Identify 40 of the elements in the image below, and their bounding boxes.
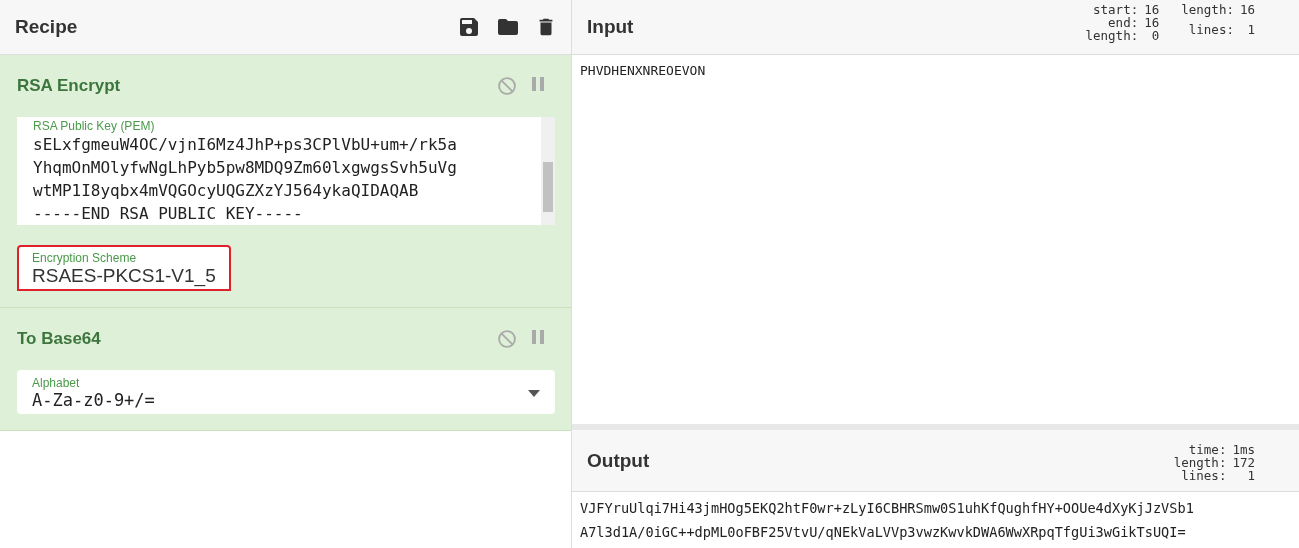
output-line: A7l3d1A/0iGC++dpML0oFBF25VtvU/qNEkVaLVVp3vwzKwvkDWA6WwXRpqTfgUi3wGikTsUQI= (580, 523, 1187, 542)
stat-label: length: (1181, 3, 1234, 19)
stat-label: length: (1085, 29, 1139, 42)
field-value: A-Za-z0-9+/= (32, 390, 155, 410)
field-label: Alphabet (32, 376, 81, 390)
stat-label: length: (1173, 455, 1227, 469)
field-value: RSAES-PKCS1-V1_5 (32, 265, 216, 287)
input-text: PHVDHENXNREOEVON (579, 62, 707, 80)
recipe-title: Recipe (15, 16, 78, 38)
field-label: RSA Public Key (PEM) (33, 119, 156, 133)
textarea-field[interactable]: RSA Public Key (PEM) sELxfgmeuW4OC/vjnI6Mz4JhP+ps3CPlVbU+um+/rk5a YhqmOnMOlyfwNgLhPyb5pw8MDQ9Zm60lxgwgsSvh5uVg wtMP1I8yqbx4mVQGOcyUQGZXzYJ564ykaQIDAQAB -----END RSA PUBLIC KEY----- (17, 117, 555, 225)
stat-value: 16 (1144, 16, 1160, 29)
stat-label: end: (1107, 16, 1139, 29)
stat-value: 0 (1150, 29, 1160, 42)
text-line: -----END RSA PUBLIC KEY----- (33, 203, 304, 225)
stat-label: start: (1092, 3, 1139, 16)
stat-value: 1ms (1232, 442, 1255, 456)
save-icon[interactable] (457, 15, 481, 39)
caret-icon[interactable] (528, 389, 540, 397)
select-field[interactable]: Encryption Scheme RSAES-PKCS1-V1_5 (17, 245, 231, 291)
stat-value: 1 (1246, 22, 1255, 39)
stat-value: 172 (1232, 455, 1255, 469)
scrollbar[interactable] (541, 117, 555, 225)
text-line: YhqmOnMOlyfwNgLhPyb5pw8MDQ9Zm60lxgwgsSvh5uVg (33, 157, 458, 179)
output-line: VJFYruUlqi7Hi43jmHOg5EKQ2htF0wr+zLyI6CBHRSmw0S1uhKfQughfHY+OOUe4dXyKjJzVSb1 (580, 499, 1195, 518)
stat-value: 1 (1246, 468, 1255, 482)
input-title: Input (587, 16, 634, 38)
field-label: Encryption Scheme (32, 251, 138, 265)
operation-title: To Base64 (17, 329, 101, 349)
stat-value: 16 (1144, 3, 1160, 16)
stat-label: lines: (1187, 22, 1234, 39)
stat-value: 16 (1239, 3, 1255, 19)
disable-icon[interactable] (497, 76, 517, 96)
text-line: wtMP1I8yqbx4mVQGOcyUQGZXzYJ564ykaQIDAQAB (33, 180, 420, 202)
dropdown-field[interactable]: Alphabet A-Za-z0-9+/= (17, 370, 555, 414)
output-title: Output (587, 449, 650, 472)
operation-title: RSA Encrypt (17, 76, 121, 96)
disable-icon[interactable] (497, 329, 517, 349)
stat-label: time: (1187, 442, 1227, 456)
text-line: sELxfgmeuW4OC/vjnI6Mz4JhP+ps3CPlVbU+um+/rk5a (33, 134, 458, 156)
